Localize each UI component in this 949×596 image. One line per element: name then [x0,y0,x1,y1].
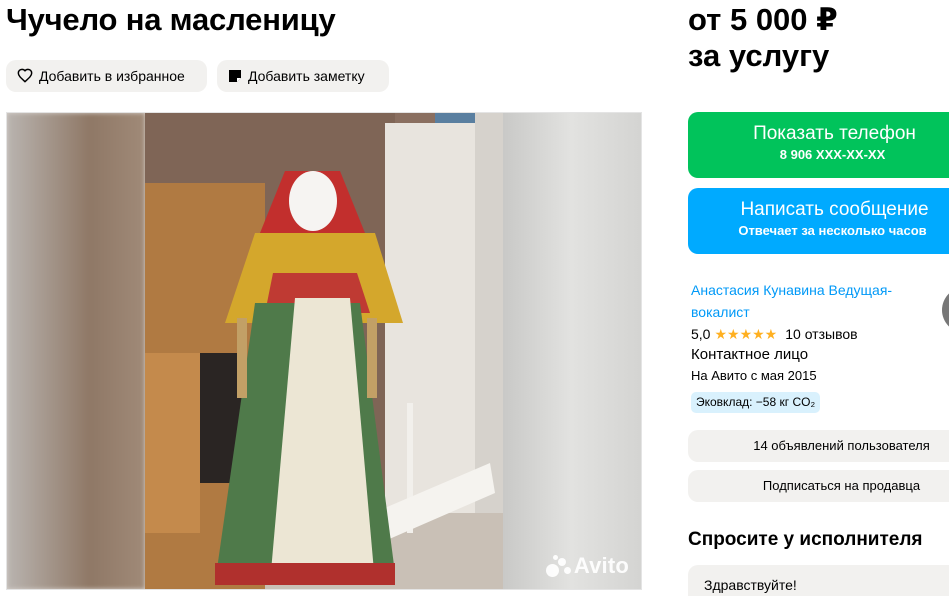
avito-watermark-text: Avito [573,553,629,578]
reviews-count[interactable]: 10 отзывов [785,324,857,344]
price-value: от 5 000 ₽ [688,2,838,37]
show-phone-button[interactable]: Показать телефон 8 906 XXX-XX-XX [688,112,949,178]
gallery-blur-right [501,113,641,589]
seller-since: На Авито с мая 2015 [691,368,817,383]
scarecrow-photo-illustration [145,113,503,589]
show-phone-label: Показать телефон [753,123,916,144]
heart-icon [17,68,33,83]
response-time: Отвечает за несколько часов [738,223,927,238]
add-to-favorites-label: Добавить в избранное [39,68,185,84]
write-message-label: Написать сообщение [740,199,929,220]
seller-rating[interactable]: 5,0 ★★★★★ 10 отзывов [691,324,858,344]
avito-watermark: Avito [545,553,629,579]
add-note-label: Добавить заметку [248,68,365,84]
avito-logo-icon [545,555,572,577]
subscribe-button[interactable]: Подписаться на продавца [688,470,949,502]
seller-role: Контактное лицо [691,346,809,363]
add-note-button[interactable]: Добавить заметку [217,60,389,92]
quick-message-chip[interactable]: Здравствуйте! [688,565,949,596]
listing-photo[interactable] [145,113,503,589]
price-unit: за услугу [688,38,830,73]
user-ads-button[interactable]: 14 объявлений пользователя [688,430,949,462]
add-to-favorites-button[interactable]: Добавить в избранное [6,60,207,92]
rating-stars-icon: ★★★★★ [714,326,778,342]
avatar[interactable] [942,287,949,333]
listing-title: Чучело на масленицу [6,2,336,37]
ask-seller-heading: Спросите у исполнителя [688,529,923,550]
write-message-button[interactable]: Написать сообщение Отвечает за несколько… [688,188,949,254]
phone-masked: 8 906 XXX-XX-XX [779,147,886,162]
seller-name-link[interactable]: Анастасия Кунавина Ведущая-вокалист [691,279,941,323]
rating-value: 5,0 [691,326,711,342]
gallery-blur-left [7,113,145,589]
eco-badge[interactable]: Эковклад: −58 кг CO₂ [691,392,821,413]
photo-gallery[interactable]: Avito [6,112,642,590]
note-icon [229,70,241,82]
